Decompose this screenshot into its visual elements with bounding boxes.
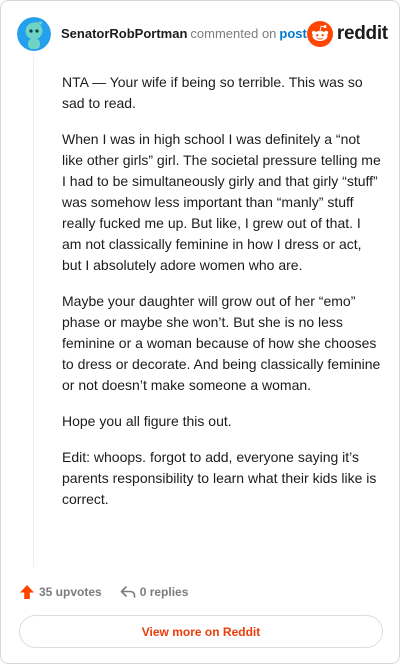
reddit-brand[interactable]: reddit [306, 21, 388, 47]
view-more-button[interactable]: View more on Reddit [19, 615, 383, 648]
post-link[interactable]: post [279, 26, 306, 41]
comment-paragraph: Maybe your daughter will grow out of her… [62, 293, 381, 393]
replies-button[interactable]: 0 replies [120, 584, 189, 600]
upvote-button[interactable]: 35 upvotes [19, 584, 102, 600]
comment-paragraph: Edit: whoops. forgot to add, everyone sa… [62, 449, 377, 507]
embedded-comment-card: SenatorRobPortman commented on post reddit… [0, 0, 400, 664]
comment-header: SenatorRobPortman commented on post reddit [17, 17, 388, 51]
upvote-count: 35 upvotes [39, 585, 102, 599]
reddit-wordmark: reddit [336, 23, 388, 44]
comment-actions: 35 upvotes 0 replies [19, 582, 188, 602]
commented-on-text: commented on [190, 26, 277, 41]
reply-arrow-icon [120, 586, 136, 598]
thread-line[interactable] [33, 57, 34, 567]
upvote-arrow-icon [20, 585, 34, 599]
comment-paragraph: When I was in high school I was definite… [62, 131, 381, 273]
comment-body: NTA — Your wife if being so terrible. Th… [62, 72, 382, 525]
comment-paragraph: Hope you all figure this out. [62, 413, 232, 429]
snoo-avatar-icon[interactable] [17, 17, 51, 51]
reddit-logo-icon [306, 21, 333, 47]
username-link[interactable]: SenatorRobPortman [61, 26, 187, 41]
comment-meta: SenatorRobPortman commented on post [61, 26, 307, 42]
reply-count: 0 replies [139, 585, 189, 599]
comment-paragraph: NTA — Your wife if being so terrible. Th… [62, 74, 363, 111]
